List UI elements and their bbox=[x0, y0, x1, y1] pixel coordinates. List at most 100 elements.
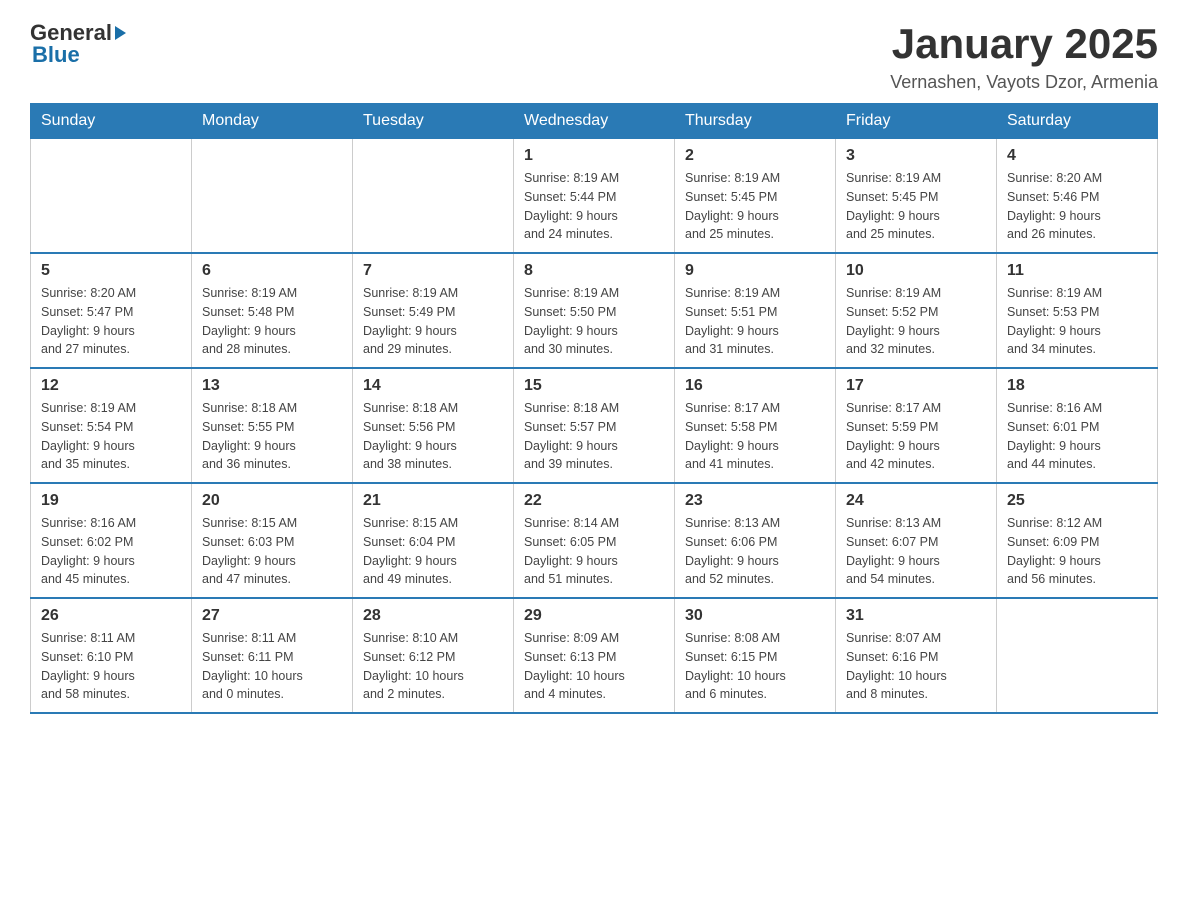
calendar-day-cell: 11Sunrise: 8:19 AMSunset: 5:53 PMDayligh… bbox=[997, 253, 1158, 368]
day-number: 12 bbox=[41, 377, 181, 395]
day-number: 26 bbox=[41, 607, 181, 625]
calendar-day-cell: 3 Sunrise: 8:19 AMSunset: 5:45 PMDaylight… bbox=[836, 139, 997, 254]
day-info: Sunrise: 8:11 AMSunset: 6:10 PMDaylight:… bbox=[41, 629, 181, 704]
page-subtitle: Vernashen, Vayots Dzor, Armenia bbox=[890, 72, 1158, 93]
calendar-header-row: SundayMondayTuesdayWednesdayThursdayFrid… bbox=[31, 104, 1158, 139]
calendar-day-cell: 1 Sunrise: 8:19 AMSunset: 5:44 PMDaylight… bbox=[514, 139, 675, 254]
calendar-day-cell bbox=[997, 598, 1158, 713]
day-info: Sunrise: 8:16 AMSunset: 6:02 PMDaylight:… bbox=[41, 514, 181, 589]
day-info: Sunrise: 8:12 AMSunset: 6:09 PMDaylight:… bbox=[1007, 514, 1147, 589]
calendar-day-cell: 10Sunrise: 8:19 AMSunset: 5:52 PMDayligh… bbox=[836, 253, 997, 368]
day-number: 16 bbox=[685, 377, 825, 395]
day-info: Sunrise: 8:13 AMSunset: 6:06 PMDaylight:… bbox=[685, 514, 825, 589]
calendar-day-cell: 17 Sunrise: 8:17 AMSunset: 5:59 PMDayligh… bbox=[836, 368, 997, 483]
day-number: 4 bbox=[1007, 147, 1147, 165]
day-info: Sunrise: 8:18 AMSunset: 5:56 PMDaylight:… bbox=[363, 399, 503, 474]
calendar-day-cell: 28Sunrise: 8:10 AMSunset: 6:12 PMDayligh… bbox=[353, 598, 514, 713]
calendar-day-cell: 9 Sunrise: 8:19 AMSunset: 5:51 PMDaylight… bbox=[675, 253, 836, 368]
day-number: 13 bbox=[202, 377, 342, 395]
calendar-day-cell bbox=[353, 139, 514, 254]
title-block: January 2025 Vernashen, Vayots Dzor, Arm… bbox=[890, 20, 1158, 93]
day-info: Sunrise: 8:20 AMSunset: 5:47 PMDaylight:… bbox=[41, 284, 181, 359]
calendar-day-cell: 26 Sunrise: 8:11 AMSunset: 6:10 PMDayligh… bbox=[31, 598, 192, 713]
calendar-body: 1 Sunrise: 8:19 AMSunset: 5:44 PMDaylight… bbox=[31, 139, 1158, 714]
calendar-day-cell: 5 Sunrise: 8:20 AMSunset: 5:47 PMDaylight… bbox=[31, 253, 192, 368]
day-info: Sunrise: 8:19 AMSunset: 5:51 PMDaylight:… bbox=[685, 284, 825, 359]
day-info: Sunrise: 8:19 AMSunset: 5:54 PMDaylight:… bbox=[41, 399, 181, 474]
calendar-day-cell: 7Sunrise: 8:19 AMSunset: 5:49 PMDaylight… bbox=[353, 253, 514, 368]
day-number: 24 bbox=[846, 492, 986, 510]
calendar-day-cell: 23 Sunrise: 8:13 AMSunset: 6:06 PMDayligh… bbox=[675, 483, 836, 598]
calendar-day-header: Wednesday bbox=[514, 104, 675, 139]
day-number: 1 bbox=[524, 147, 664, 165]
day-number: 15 bbox=[524, 377, 664, 395]
logo-triangle-icon bbox=[115, 26, 126, 40]
day-info: Sunrise: 8:19 AMSunset: 5:44 PMDaylight:… bbox=[524, 169, 664, 244]
day-info: Sunrise: 8:16 AMSunset: 6:01 PMDaylight:… bbox=[1007, 399, 1147, 474]
day-number: 7 bbox=[363, 262, 503, 280]
day-number: 21 bbox=[363, 492, 503, 510]
calendar-day-header: Friday bbox=[836, 104, 997, 139]
day-info: Sunrise: 8:08 AMSunset: 6:15 PMDaylight:… bbox=[685, 629, 825, 704]
day-info: Sunrise: 8:19 AMSunset: 5:45 PMDaylight:… bbox=[846, 169, 986, 244]
day-info: Sunrise: 8:18 AMSunset: 5:55 PMDaylight:… bbox=[202, 399, 342, 474]
day-number: 25 bbox=[1007, 492, 1147, 510]
day-number: 11 bbox=[1007, 262, 1147, 280]
day-info: Sunrise: 8:14 AMSunset: 6:05 PMDaylight:… bbox=[524, 514, 664, 589]
calendar-day-cell: 15 Sunrise: 8:18 AMSunset: 5:57 PMDayligh… bbox=[514, 368, 675, 483]
calendar-day-header: Tuesday bbox=[353, 104, 514, 139]
day-info: Sunrise: 8:20 AMSunset: 5:46 PMDaylight:… bbox=[1007, 169, 1147, 244]
day-info: Sunrise: 8:13 AMSunset: 6:07 PMDaylight:… bbox=[846, 514, 986, 589]
calendar-day-cell: 24 Sunrise: 8:13 AMSunset: 6:07 PMDayligh… bbox=[836, 483, 997, 598]
calendar-day-cell: 22Sunrise: 8:14 AMSunset: 6:05 PMDayligh… bbox=[514, 483, 675, 598]
day-info: Sunrise: 8:07 AMSunset: 6:16 PMDaylight:… bbox=[846, 629, 986, 704]
logo-text-blue: Blue bbox=[32, 42, 80, 68]
day-info: Sunrise: 8:09 AMSunset: 6:13 PMDaylight:… bbox=[524, 629, 664, 704]
day-number: 29 bbox=[524, 607, 664, 625]
calendar-day-cell: 4 Sunrise: 8:20 AMSunset: 5:46 PMDaylight… bbox=[997, 139, 1158, 254]
calendar-day-cell: 27Sunrise: 8:11 AMSunset: 6:11 PMDayligh… bbox=[192, 598, 353, 713]
calendar-day-cell: 6Sunrise: 8:19 AMSunset: 5:48 PMDaylight… bbox=[192, 253, 353, 368]
calendar-day-cell: 30 Sunrise: 8:08 AMSunset: 6:15 PMDayligh… bbox=[675, 598, 836, 713]
day-number: 9 bbox=[685, 262, 825, 280]
day-number: 10 bbox=[846, 262, 986, 280]
calendar-day-cell: 13 Sunrise: 8:18 AMSunset: 5:55 PMDayligh… bbox=[192, 368, 353, 483]
day-info: Sunrise: 8:19 AMSunset: 5:45 PMDaylight:… bbox=[685, 169, 825, 244]
day-number: 17 bbox=[846, 377, 986, 395]
page-header: General Blue January 2025 Vernashen, Vay… bbox=[30, 20, 1158, 93]
page-title: January 2025 bbox=[890, 20, 1158, 68]
day-number: 31 bbox=[846, 607, 986, 625]
day-number: 6 bbox=[202, 262, 342, 280]
calendar-day-cell: 8 Sunrise: 8:19 AMSunset: 5:50 PMDaylight… bbox=[514, 253, 675, 368]
day-number: 23 bbox=[685, 492, 825, 510]
calendar-day-cell: 31 Sunrise: 8:07 AMSunset: 6:16 PMDayligh… bbox=[836, 598, 997, 713]
day-number: 2 bbox=[685, 147, 825, 165]
day-info: Sunrise: 8:15 AMSunset: 6:03 PMDaylight:… bbox=[202, 514, 342, 589]
calendar-day-header: Saturday bbox=[997, 104, 1158, 139]
day-number: 18 bbox=[1007, 377, 1147, 395]
day-number: 27 bbox=[202, 607, 342, 625]
day-info: Sunrise: 8:10 AMSunset: 6:12 PMDaylight:… bbox=[363, 629, 503, 704]
day-info: Sunrise: 8:18 AMSunset: 5:57 PMDaylight:… bbox=[524, 399, 664, 474]
calendar-table: SundayMondayTuesdayWednesdayThursdayFrid… bbox=[30, 103, 1158, 714]
day-number: 8 bbox=[524, 262, 664, 280]
calendar-week-row: 12 Sunrise: 8:19 AMSunset: 5:54 PMDayligh… bbox=[31, 368, 1158, 483]
day-info: Sunrise: 8:17 AMSunset: 5:58 PMDaylight:… bbox=[685, 399, 825, 474]
logo: General Blue bbox=[30, 20, 126, 68]
day-number: 3 bbox=[846, 147, 986, 165]
calendar-day-cell bbox=[192, 139, 353, 254]
calendar-day-header: Sunday bbox=[31, 104, 192, 139]
calendar-day-cell: 19Sunrise: 8:16 AMSunset: 6:02 PMDayligh… bbox=[31, 483, 192, 598]
calendar-day-cell: 16 Sunrise: 8:17 AMSunset: 5:58 PMDayligh… bbox=[675, 368, 836, 483]
calendar-day-header: Monday bbox=[192, 104, 353, 139]
day-info: Sunrise: 8:15 AMSunset: 6:04 PMDaylight:… bbox=[363, 514, 503, 589]
day-info: Sunrise: 8:17 AMSunset: 5:59 PMDaylight:… bbox=[846, 399, 986, 474]
day-number: 20 bbox=[202, 492, 342, 510]
calendar-day-cell: 29 Sunrise: 8:09 AMSunset: 6:13 PMDayligh… bbox=[514, 598, 675, 713]
calendar-day-header: Thursday bbox=[675, 104, 836, 139]
calendar-week-row: 19Sunrise: 8:16 AMSunset: 6:02 PMDayligh… bbox=[31, 483, 1158, 598]
calendar-week-row: 5 Sunrise: 8:20 AMSunset: 5:47 PMDaylight… bbox=[31, 253, 1158, 368]
day-info: Sunrise: 8:19 AMSunset: 5:50 PMDaylight:… bbox=[524, 284, 664, 359]
day-number: 5 bbox=[41, 262, 181, 280]
day-number: 30 bbox=[685, 607, 825, 625]
